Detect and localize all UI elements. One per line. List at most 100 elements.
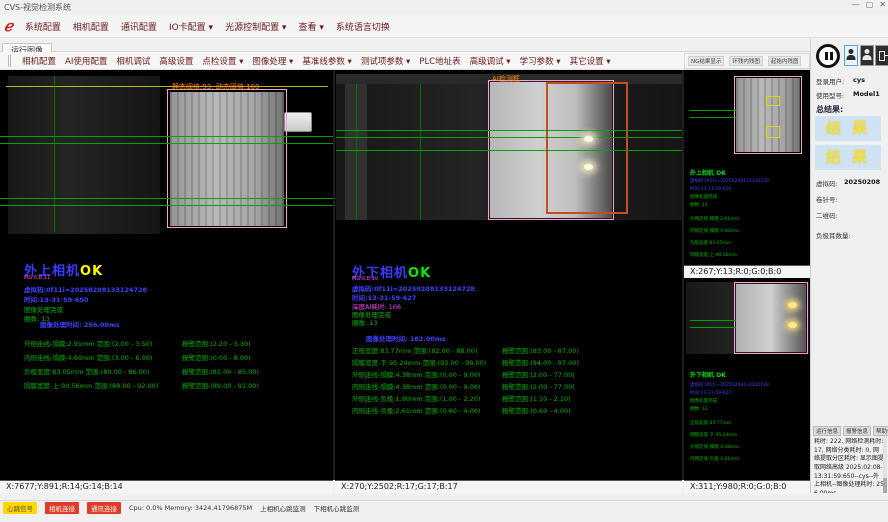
measure-text: 负极宽度:83.05mm 范围:(80.00 - 86.00) xyxy=(24,368,149,376)
login-user-value: cys xyxy=(853,76,865,84)
close-button[interactable]: ✕ xyxy=(879,0,886,14)
middle-green-line xyxy=(336,137,682,138)
exit-button[interactable] xyxy=(875,45,888,66)
thumb2-line: 外侧走线-隔膜:4.38mm xyxy=(690,444,739,450)
log-tab-help[interactable]: 帮助信息 xyxy=(873,426,888,436)
middle-measure-row: 内侧走线-负极:2.61mm 范围:(0.60 - 4.00) 报警范围:(0.… xyxy=(352,405,692,415)
upper-camera-heartbeat: 上相机心跳监测 xyxy=(260,503,306,513)
tool-advanced-debug[interactable]: 高级调试 ▾ xyxy=(470,55,511,67)
middle-process-time: 图像处理时间: 182.00ms xyxy=(366,333,446,343)
thumb2-line: 正极宽度:83.77mm xyxy=(690,420,731,426)
statusbar: 心跳信号 相机连接 通讯连接 Cpu: 0.0% Memory: 3424.41… xyxy=(0,500,888,515)
measure-text: 外侧走线-隔膜:2.91mm 范围:(2.00 - 3.50) xyxy=(24,340,152,348)
menu-light-config[interactable]: 光源控制配置 ▾ xyxy=(225,20,286,33)
tool-image-processing[interactable]: 图像处理 ▾ xyxy=(252,55,293,67)
menu-system-config[interactable]: 系统配置 xyxy=(25,20,61,33)
tool-learning-params[interactable]: 学习参数 ▾ xyxy=(520,55,561,67)
log-tab-run[interactable]: 运行信息 xyxy=(813,426,841,436)
tool-camera-debug[interactable]: 相机调试 xyxy=(116,55,150,67)
log-tab-alarm[interactable]: 报警信息 xyxy=(843,426,871,436)
log-text: 耗时: 222, 网络检测耗时: 17, 网络分类耗时: 0, 网络提取分区耗时… xyxy=(814,438,884,498)
menu-camera-config[interactable]: 相机配置 xyxy=(73,20,109,33)
thumb1-detection-box xyxy=(734,76,802,154)
maximize-button[interactable]: ▢ xyxy=(866,0,874,14)
middle-green-line xyxy=(336,130,682,131)
log-scrollbar-thumb[interactable] xyxy=(883,478,887,494)
minimize-button[interactable]: — xyxy=(852,0,860,14)
left-green-line xyxy=(0,136,333,137)
thumb1-line: 圈数: 13 xyxy=(690,202,708,208)
middle-measure-row: 外侧走线-隔膜:4.38mm 范围:(0.00 - 9.00) 报警范围:(2.… xyxy=(352,369,692,379)
user-button-active[interactable] xyxy=(844,45,858,66)
menu-comm-config[interactable]: 通讯配置 xyxy=(121,20,157,33)
thumb1-line: 内侧走线-隔膜:4.60mm xyxy=(690,228,739,234)
tool-ai-use-config[interactable]: AI使用配置 xyxy=(65,55,107,67)
middle-coords-text: X:270;Y:2502;R:17;G:17;B:17 xyxy=(341,482,458,491)
thumb2-line: 隔膜宽度-下:95.24mm xyxy=(690,432,737,438)
heartbeat-badge: 心跳信号 xyxy=(3,502,37,514)
thumb-header-run[interactable]: 环残内残图 xyxy=(729,56,763,66)
thumb2-weld-glow xyxy=(788,302,797,308)
user-button[interactable] xyxy=(860,45,874,66)
measure-warn: 报警范围:(83.00 - 87.00) xyxy=(502,345,579,355)
measure-warn: 报警范围:(94.00 - 97.00) xyxy=(502,357,579,367)
left-measure-row: 负极宽度:83.05mm 范围:(80.00 - 86.00) 报警范围:(81… xyxy=(24,366,364,376)
thumb2-line: 内侧走线-负极:2.61mm xyxy=(690,456,739,462)
thumb2-line: 图像处理完成 xyxy=(690,398,717,404)
measure-text: 内侧走线-负极:2.61mm 范围:(0.60 - 4.00) xyxy=(352,407,480,415)
measure-warn: 报警范围:(2.00 - 77.00) xyxy=(502,381,575,391)
tool-camera-config[interactable]: 相机配置 xyxy=(22,55,56,67)
measure-text: 正极宽度:83.77mm 范围:(82.00 - 88.00) xyxy=(352,347,477,355)
tool-baseline-params[interactable]: 基准线参数 ▾ xyxy=(302,55,351,67)
menu-view[interactable]: 查看 ▾ xyxy=(298,20,323,33)
door-exit-icon xyxy=(879,51,885,61)
tool-test-params[interactable]: 测试项参数 ▾ xyxy=(361,55,410,67)
thumb-header-ng[interactable]: NG结果显示 xyxy=(688,56,724,66)
thumb1-green-line xyxy=(690,110,736,111)
thumb1-yellow-box xyxy=(766,96,780,106)
measure-text: 隔膜宽度-下:95.24mm 范围:(93.00 - 98.00) xyxy=(352,359,486,367)
thumb1-line: 外侧走线-隔膜:2.91mm xyxy=(690,216,739,222)
middle-weld-glow xyxy=(584,136,593,142)
left-time: 时间:13-31-59-650 xyxy=(24,294,88,304)
menu-io-config[interactable]: IO卡配置 ▾ xyxy=(169,20,213,33)
left-image-background xyxy=(8,76,160,234)
thumb2-line: 虚拟码:0f11i=20250208133124728 xyxy=(690,382,769,388)
left-coords-strip: X:7677;Y:891;R:14;G:14;B:14 xyxy=(0,480,333,493)
thumb-header-start[interactable]: 起始内残图 xyxy=(768,56,802,66)
tool-plc-address[interactable]: PLC地址表 xyxy=(419,55,460,67)
lower-camera-heartbeat: 下相机心跳监测 xyxy=(314,503,360,513)
tool-spot-check[interactable]: 点检设置 ▾ xyxy=(202,55,243,67)
pause-button[interactable] xyxy=(816,44,840,68)
needle-number-label: 卷针号: xyxy=(816,194,838,204)
app-window: CVS-视觉检测系统 — ▢ ✕ 𝑒 系统配置 相机配置 通讯配置 IO卡配置 … xyxy=(0,0,888,522)
thumb1-line: 虚拟码:0f11i=20250208133124728 xyxy=(690,178,769,184)
thumb2-line: 时间:13-31-59-627 xyxy=(690,390,731,396)
image-workspace: 静态阈值:93, 动态阈值:100 外上相机OK MG:0,B:11 虚拟码:0… xyxy=(0,70,810,480)
tool-advanced-settings[interactable]: 高级设置 xyxy=(159,55,193,67)
middle-ai-box-label: AI检测框 xyxy=(492,74,520,84)
measure-warn: 报警范围:(1.10 - 2.10) xyxy=(502,393,571,403)
left-virtual-code: 虚拟码:0f11i=20250208133124728 xyxy=(24,284,147,294)
left-measure-row: 外侧走线-隔膜:2.91mm 范围:(2.00 - 3.50) 报警范围:(2.… xyxy=(24,338,364,348)
thumb2-detection-box xyxy=(734,282,808,354)
tool-other-settings[interactable]: 其它设置 ▾ xyxy=(570,55,611,67)
thumb1-coords: X:267;Y:13;R:0;G:0;B:0 xyxy=(684,265,810,278)
result-display-2: 结 果 xyxy=(815,145,881,170)
left-green-line xyxy=(0,205,333,206)
measure-warn: 报警范围:(0.00 - 8.00) xyxy=(182,352,251,362)
thumb1-yellow-box xyxy=(766,126,780,138)
measure-warn: 报警范围:(2.20 - 3.30) xyxy=(182,338,251,348)
window-controls: — ▢ ✕ xyxy=(852,0,886,14)
model-value[interactable]: Model1 xyxy=(853,90,880,98)
user-icon xyxy=(863,46,872,60)
menu-language-switch[interactable]: 系统语言切换 xyxy=(336,20,390,33)
thumb2-line: 外下相机 OK xyxy=(690,370,726,379)
middle-ai-detection-box xyxy=(546,82,628,214)
model-label: 使用型号: xyxy=(816,90,844,100)
virtual-code-label: 虚拟码: xyxy=(816,178,838,188)
middle-measure-row: 内侧走线-隔膜:4.38mm 范围:(0.00 - 9.00) 报警范围:(2.… xyxy=(352,381,692,391)
left-green-line xyxy=(0,143,333,144)
middle-green-vline xyxy=(356,84,357,220)
tab-strip: 运行图像 xyxy=(0,38,810,52)
